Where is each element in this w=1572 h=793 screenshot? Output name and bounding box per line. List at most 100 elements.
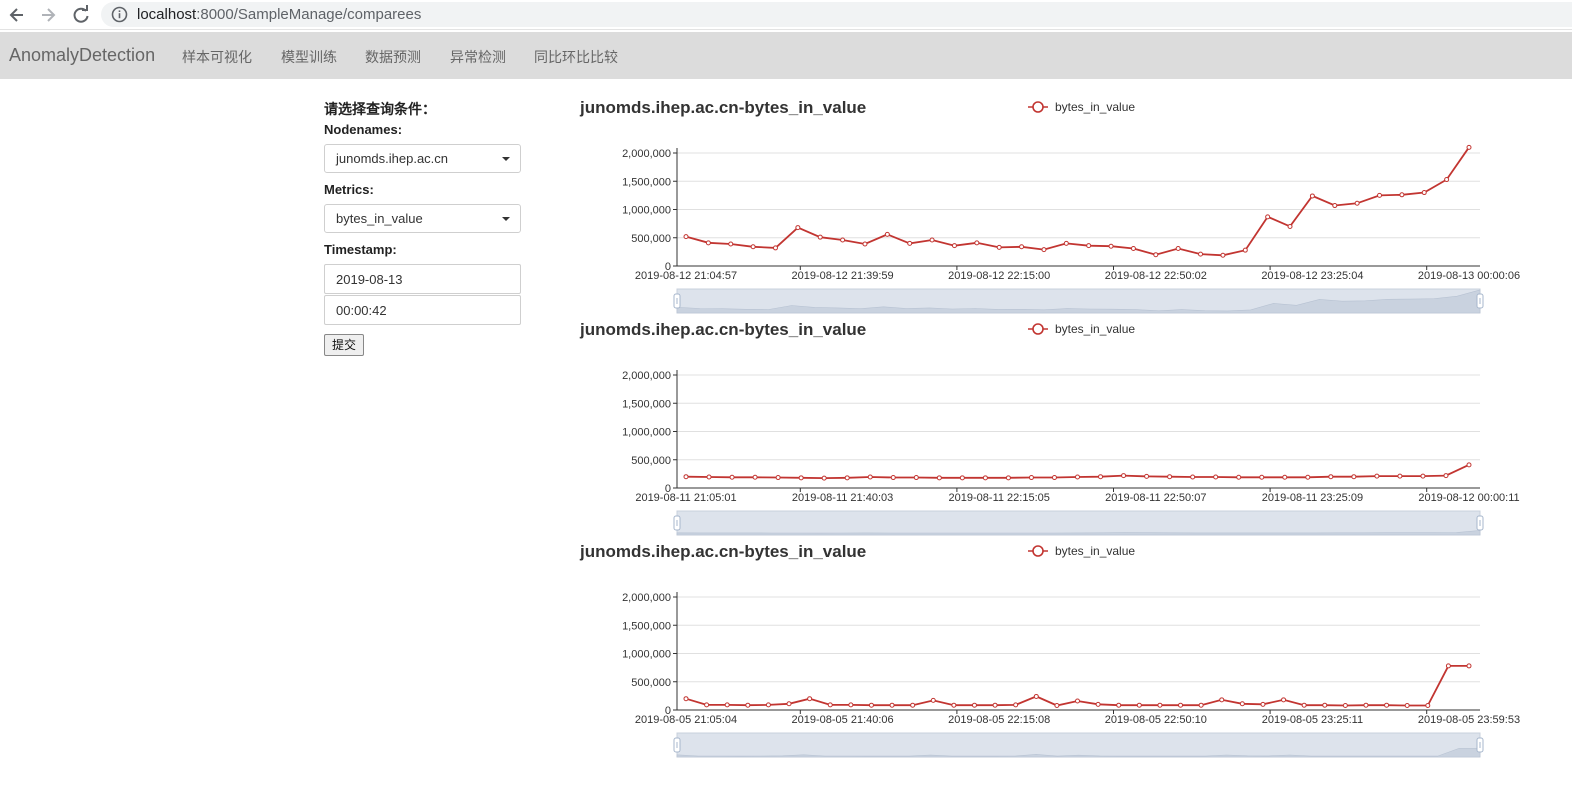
nodenames-label: Nodenames: (324, 122, 403, 137)
data-point (971, 702, 977, 708)
data-point (1363, 702, 1369, 708)
data-point (745, 702, 751, 708)
x-tick-label: 2019-08-05 22:50:10 (1105, 714, 1207, 726)
x-tick-label: 2019-08-05 23:25:11 (1262, 714, 1363, 726)
data-point (1425, 702, 1431, 708)
nav-item-model-training[interactable]: 模型训练 (281, 47, 337, 67)
data-point (907, 240, 913, 246)
x-tick-label: 2019-08-11 23:25:09 (1262, 492, 1363, 504)
data-point (1354, 200, 1360, 206)
chart-2: junomds.ihep.ac.cn-bytes_in_value bytes_… (574, 318, 1534, 540)
x-tick-label: 2019-08-12 22:15:00 (948, 270, 1050, 282)
data-point (683, 696, 689, 702)
nodenames-select[interactable]: junomds.ihep.ac.cn (324, 144, 521, 173)
data-point (1399, 192, 1405, 198)
data-point (1239, 701, 1245, 707)
y-tick-label: 1,000,000 (622, 649, 671, 661)
metrics-select[interactable]: bytes_in_value (324, 204, 521, 233)
nav-item-anomaly-detection[interactable]: 异常检测 (450, 47, 506, 67)
nav-item-data-prediction[interactable]: 数据预测 (365, 47, 421, 67)
data-point (1095, 701, 1101, 707)
data-point (1328, 474, 1334, 480)
data-point (1033, 693, 1039, 699)
brand-link[interactable]: AnomalyDetection (9, 45, 155, 66)
data-point (1157, 702, 1163, 708)
data-point (889, 702, 895, 708)
data-point (1342, 702, 1348, 708)
legend-symbol (1032, 545, 1044, 557)
data-point (1384, 702, 1390, 708)
address-bar[interactable]: localhost:8000/SampleManage/comparees (101, 2, 1572, 27)
data-point (951, 702, 957, 708)
data-point (1445, 663, 1451, 669)
data-point (1466, 462, 1472, 468)
chart-1: junomds.ihep.ac.cn-bytes_in_value bytes_… (574, 96, 1534, 318)
datazoom-handle[interactable] (673, 293, 681, 309)
x-tick-label: 2019-08-12 21:39:59 (792, 270, 894, 282)
time-input-value: 00:00:42 (336, 303, 387, 318)
data-point (1287, 223, 1293, 229)
data-point (1051, 475, 1057, 481)
x-tick-label: 2019-08-11 22:15:05 (949, 492, 1050, 504)
forward-arrow-icon[interactable] (38, 5, 58, 25)
data-point (844, 475, 850, 481)
datazoom-handle[interactable] (673, 515, 681, 531)
url-text: localhost:8000/SampleManage/comparees (137, 6, 421, 23)
chart-3: junomds.ihep.ac.cn-bytes_in_value bytes_… (574, 540, 1534, 762)
time-input[interactable]: 00:00:42 (324, 295, 521, 325)
series-line (685, 146, 1470, 257)
info-icon[interactable] (111, 6, 128, 23)
data-point (1322, 702, 1328, 708)
y-tick-label: 2,000,000 (622, 370, 671, 382)
datazoom-handle[interactable] (1476, 737, 1484, 753)
legend-symbol (1032, 323, 1044, 335)
data-point (1153, 252, 1159, 258)
data-point (1190, 474, 1196, 480)
data-point (884, 231, 890, 237)
x-tick-label: 2019-08-12 21:04:57 (635, 270, 737, 282)
data-point (1259, 474, 1265, 480)
data-point (1198, 702, 1204, 708)
data-point (1220, 252, 1226, 258)
data-point (752, 474, 758, 480)
nav-item-period-comparison[interactable]: 同比环比比较 (534, 47, 618, 67)
data-point (1351, 474, 1357, 480)
data-point (1219, 697, 1225, 703)
data-point (728, 241, 734, 247)
datazoom-track (676, 510, 1481, 536)
data-point (1236, 474, 1242, 480)
datazoom-handle[interactable] (673, 737, 681, 753)
nav-item-sample-visualization[interactable]: 样本可视化 (182, 47, 252, 67)
data-point (750, 244, 756, 250)
data-point (936, 475, 942, 481)
data-point (910, 702, 916, 708)
data-point (706, 474, 712, 480)
data-point (1404, 702, 1410, 708)
datazoom-handle[interactable] (1476, 293, 1484, 309)
data-point (1466, 663, 1472, 669)
y-tick-label: 1,500,000 (622, 620, 671, 632)
submit-button[interactable]: 提交 (324, 334, 364, 356)
data-point (959, 475, 965, 481)
data-point (724, 702, 730, 708)
data-point (817, 234, 823, 240)
data-point (1005, 475, 1011, 481)
data-point (1167, 474, 1173, 480)
data-point (775, 475, 781, 481)
data-point (1013, 702, 1019, 708)
data-point (1116, 702, 1122, 708)
metrics-selected-value: bytes_in_value (336, 211, 423, 226)
data-point (974, 240, 980, 246)
data-point (1420, 473, 1426, 479)
data-point (1281, 697, 1287, 703)
x-tick-label: 2019-08-12 00:00:11 (1418, 492, 1519, 504)
data-point (1377, 192, 1383, 198)
back-arrow-icon[interactable] (7, 5, 27, 25)
data-point (1242, 247, 1248, 253)
date-input[interactable]: 2019-08-13 (324, 264, 521, 294)
legend-label: bytes_in_value (1055, 100, 1135, 114)
reload-icon[interactable] (71, 5, 91, 25)
x-tick-label: 2019-08-11 21:40:03 (792, 492, 893, 504)
datazoom-handle[interactable] (1476, 515, 1484, 531)
y-tick-label: 500,000 (631, 455, 671, 467)
